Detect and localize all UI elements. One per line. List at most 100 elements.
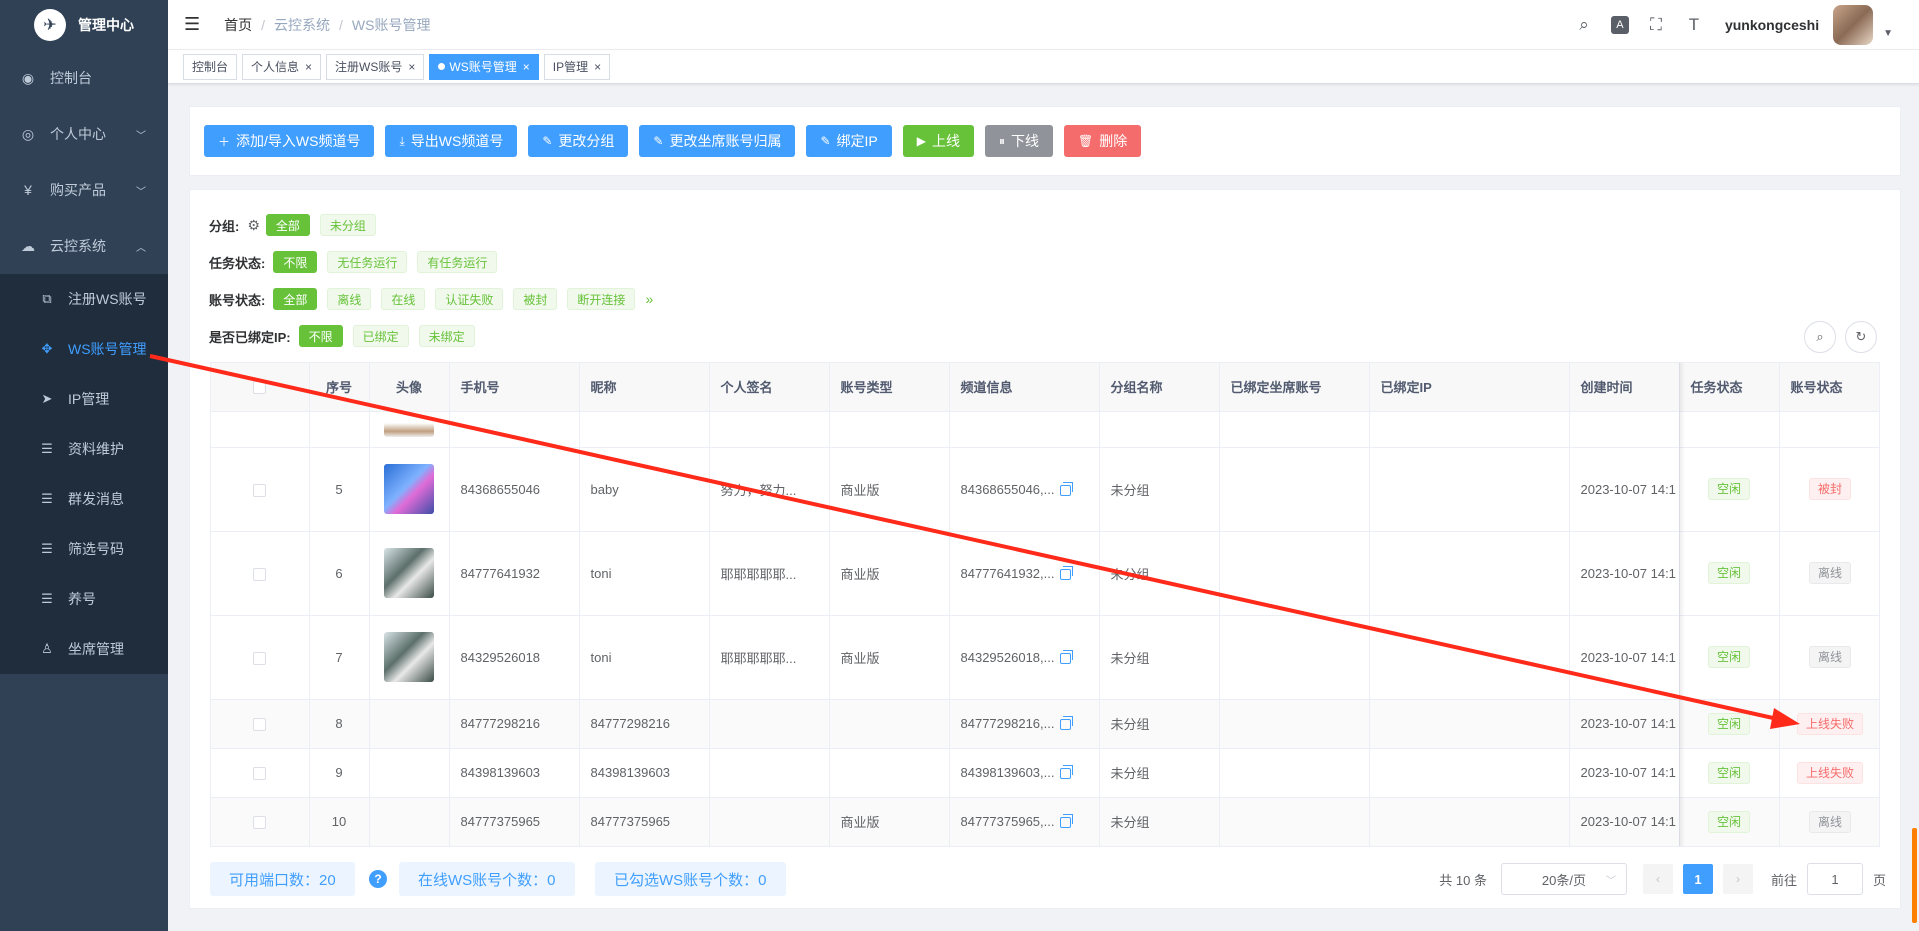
offline-button[interactable]: ⏸ 下线 <box>985 125 1054 157</box>
close-icon[interactable]: × <box>408 60 415 74</box>
hamburger-icon[interactable]: ☰ <box>184 14 200 35</box>
user-icon: ♙ <box>41 641 53 656</box>
breadcrumb: 首页 / 云控系统 / WS账号管理 <box>224 15 431 35</box>
status-badge: 离线 <box>1808 810 1851 833</box>
chip-status-all[interactable]: 全部 <box>273 288 318 310</box>
goto-page-input[interactable] <box>1806 863 1863 895</box>
sidebar-item-seat-manage[interactable]: ♙ 坐席管理 <box>0 624 168 674</box>
next-page-button[interactable]: › <box>1722 864 1753 894</box>
copy-icon[interactable] <box>1060 716 1074 731</box>
chip-status-auth-failed[interactable]: 认证失败 <box>435 288 504 310</box>
avatar <box>384 632 434 682</box>
tag-ws-manage[interactable]: WS账号管理 × <box>429 53 539 80</box>
chip-task-running[interactable]: 有任务运行 <box>417 251 498 273</box>
row-checkbox[interactable] <box>211 615 310 700</box>
col-seat: 已绑定坐席账号 <box>1219 363 1370 412</box>
table-header-row: 序号 头像 手机号 昵称 个人签名 账号类型 频道信息 分组名称 已绑定坐席账号… <box>211 363 1879 412</box>
row-checkbox[interactable] <box>211 447 310 532</box>
table-row[interactable]: 10 84777375965 84777375965 商业版 84777375965,.… <box>211 797 1879 846</box>
export-button[interactable]: ⤓ 导出WS频道号 <box>385 125 518 157</box>
sidebar-item-nurture[interactable]: ☰ 养号 <box>0 574 168 624</box>
download-icon: ⤓ <box>399 133 405 148</box>
search-icon[interactable]: ⌕ <box>1573 14 1595 36</box>
add-import-button[interactable]: ＋添加/导入WS频道号 <box>204 125 375 157</box>
chip-task-any[interactable]: 不限 <box>273 251 318 273</box>
tag-dashboard[interactable]: 控制台 <box>183 53 238 80</box>
chip-status-offline[interactable]: 离线 <box>327 288 372 310</box>
row-checkbox[interactable] <box>211 531 310 616</box>
sidebar-item-personal-center[interactable]: ◎ 个人中心 ﹀ <box>0 106 168 162</box>
scroll-indicator <box>1912 828 1917 923</box>
table-row[interactable]: 5 84368655046 baby 努力，努力... 商业版 84368655046,.… <box>211 447 1879 532</box>
delete-button[interactable]: 🗑 删除 <box>1064 125 1142 157</box>
sidebar-item-label: IP管理 <box>68 391 110 407</box>
change-seat-button[interactable]: ✎ 更改坐席账号归属 <box>639 125 796 157</box>
change-group-button[interactable]: ✎ 更改分组 <box>528 125 629 157</box>
copy-icon[interactable] <box>1060 814 1074 829</box>
search-toggle-button[interactable]: ⌕ <box>1804 321 1836 353</box>
cell-signature <box>709 797 830 846</box>
chip-ip-unbound[interactable]: 未绑定 <box>418 325 475 347</box>
chip-ip-bound[interactable]: 已绑定 <box>352 325 409 347</box>
chip-task-none[interactable]: 无任务运行 <box>327 251 408 273</box>
row-checkbox[interactable] <box>211 748 310 798</box>
sidebar-item-ip-manage[interactable]: ➤ IP管理 <box>0 374 168 424</box>
task-status-badge: 空闲 <box>1707 712 1750 735</box>
help-icon[interactable]: ? <box>369 870 387 888</box>
task-status-badge: 空闲 <box>1707 646 1750 668</box>
sidebar-item-register-ws[interactable]: ⧉ 注册WS账号 <box>0 274 168 324</box>
avatar[interactable] <box>1833 5 1874 45</box>
row-checkbox[interactable] <box>211 797 310 846</box>
caret-down-icon[interactable]: ▼ <box>1883 28 1893 39</box>
sidebar-item-profile-maintain[interactable]: ☰ 资料维护 <box>0 424 168 474</box>
tag-ip-manage[interactable]: IP管理 × <box>543 53 611 80</box>
close-icon[interactable]: × <box>305 60 312 74</box>
tag-personal-info[interactable]: 个人信息 × <box>242 53 322 80</box>
breadcrumb-home[interactable]: 首页 <box>224 15 252 35</box>
copy-icon[interactable] <box>1060 765 1074 780</box>
gear-icon[interactable]: ⚙ <box>247 217 260 234</box>
edit-icon: ✎ <box>542 134 553 148</box>
copy-icon[interactable] <box>1060 649 1074 664</box>
select-all-checkbox[interactable] <box>211 363 310 412</box>
prev-page-button[interactable]: ‹ <box>1642 864 1673 894</box>
close-icon[interactable]: × <box>523 60 530 74</box>
chip-group-ungrouped[interactable]: 未分组 <box>319 214 376 236</box>
sidebar-item-label: 群发消息 <box>68 491 124 507</box>
font-size-icon[interactable]: T <box>1683 14 1705 36</box>
chip-status-online[interactable]: 在线 <box>381 288 426 310</box>
copy-icon[interactable] <box>1060 565 1074 580</box>
chip-ip-any[interactable]: 不限 <box>298 325 343 347</box>
copy-icon[interactable] <box>1060 481 1074 496</box>
sidebar-item-buy-products[interactable]: ¥ 购买产品 ﹀ <box>0 162 168 218</box>
online-button[interactable]: ▶ 上线 <box>902 125 974 157</box>
online-count-stat: 在线WS账号个数：0 <box>399 862 575 896</box>
table-row[interactable]: 6 84777641932 toni 耶耶耶耶耶... 商业版 84777641932,.… <box>211 531 1879 616</box>
sidebar-item-broadcast[interactable]: ☰ 群发消息 <box>0 474 168 524</box>
sidebar-item-filter-numbers[interactable]: ☰ 筛选号码 <box>0 524 168 574</box>
sidebar: ✈ 管理中心 ◉ 控制台 ◎ 个人中心 ﹀ ¥ 购买产品 ﹀ ☁ 云控系统 ︿ … <box>0 0 168 931</box>
page-number[interactable]: 1 <box>1682 864 1713 894</box>
table-row[interactable]: 9 84398139603 84398139603 84398139603,... 未分… <box>211 748 1879 798</box>
page-size-select[interactable]: 20条/页 ﹀ <box>1500 863 1627 895</box>
chip-status-disconnected[interactable]: 断开连接 <box>567 288 636 310</box>
double-chevron-right-icon[interactable]: » <box>645 291 653 307</box>
row-checkbox[interactable] <box>211 699 310 749</box>
table-row[interactable]: 8 84777298216 84777298216 84777298216,... 未分… <box>211 699 1879 749</box>
bind-ip-button[interactable]: ✎ 绑定IP <box>806 125 892 157</box>
fullscreen-icon[interactable]: ⛶ <box>1645 14 1667 36</box>
refresh-button[interactable]: ↻ <box>1845 321 1877 353</box>
sidebar-item-dashboard[interactable]: ◉ 控制台 <box>0 50 168 106</box>
sidebar-item-cloud-control[interactable]: ☁ 云控系统 ︿ <box>0 218 168 274</box>
filter-ip-bound: 是否已绑定IP: 不限 已绑定 未绑定 <box>209 324 485 348</box>
cell-avatar <box>369 615 450 700</box>
available-ports-stat: 可用端口数：20 <box>210 862 355 896</box>
translate-icon[interactable]: A <box>1610 16 1629 34</box>
username[interactable]: yunkongceshi <box>1725 17 1819 33</box>
close-icon[interactable]: × <box>594 60 601 74</box>
chip-status-banned[interactable]: 被封 <box>513 288 558 310</box>
chip-group-all[interactable]: 全部 <box>265 214 310 236</box>
tag-register-ws[interactable]: 注册WS账号 × <box>326 53 425 80</box>
table-row[interactable]: 7 84329526018 toni 耶耶耶耶耶... 商业版 84329526018,.… <box>211 615 1879 700</box>
sidebar-item-ws-manage[interactable]: ✥ WS账号管理 <box>0 324 168 374</box>
